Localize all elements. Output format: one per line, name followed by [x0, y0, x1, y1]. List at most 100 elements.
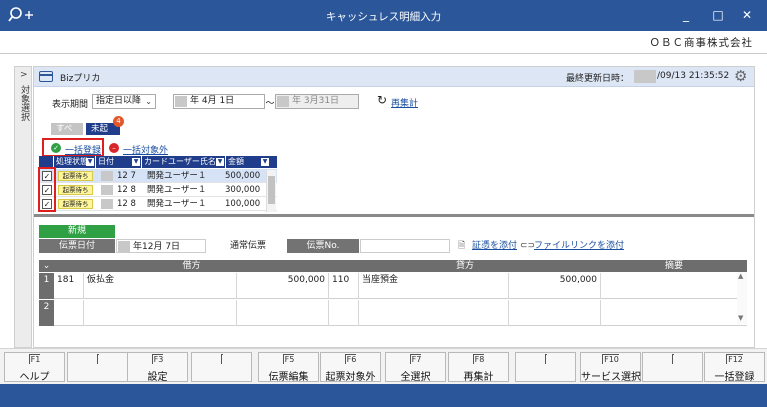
voucher-no-field[interactable]	[360, 239, 450, 253]
debit-amount[interactable]	[237, 300, 329, 326]
range-tilde: ～	[265, 99, 275, 109]
chevron-down-icon: ▼	[216, 158, 224, 166]
row-date: 12 7	[117, 171, 136, 181]
key-label: F8	[449, 354, 508, 364]
service-header: Bizプリカ 最終更新日時： /09/13 21:35:52 ⚙	[34, 67, 754, 87]
chevron-right-icon[interactable]: >	[20, 70, 28, 80]
masked-year	[634, 70, 656, 83]
header-amount-label: 金額	[228, 157, 244, 166]
close-button[interactable]: ✕	[739, 7, 755, 23]
date-to-field: 年 3月31日	[275, 94, 359, 109]
period-select[interactable]: 指定日以降 ⌄	[92, 94, 156, 109]
entry-row[interactable]: 1 181 仮払金 500,000 110 当座預金 500,000	[39, 273, 747, 299]
credit-account[interactable]	[359, 300, 509, 326]
row-date: 12 8	[117, 185, 136, 195]
collapse-icon[interactable]: ⌄	[39, 260, 54, 272]
date-to-value: 年 3月31日	[292, 96, 340, 106]
splitter[interactable]	[34, 214, 754, 217]
credit-amount[interactable]	[509, 300, 601, 326]
status-badge: 起票待ち	[58, 199, 93, 209]
header-amount[interactable]: 金額 ▼	[226, 156, 270, 168]
masked-year	[101, 199, 113, 209]
attach-evidence-link[interactable]: 証憑を添付	[472, 239, 517, 253]
key-text: F6	[344, 354, 357, 364]
debit-code[interactable]	[54, 300, 84, 326]
gear-icon[interactable]: ⚙	[734, 68, 747, 84]
debit-code[interactable]: 181	[54, 273, 84, 299]
credit-account[interactable]: 当座預金	[359, 273, 509, 299]
f11-empty-button[interactable]	[642, 352, 703, 382]
chevron-down-icon: ▼	[132, 158, 140, 166]
masked-year	[175, 96, 187, 107]
button-label: 一括登録	[714, 372, 755, 383]
new-badge: 新規	[39, 225, 115, 238]
debit-account[interactable]	[84, 300, 237, 326]
key-text: F3	[151, 354, 164, 364]
period-label: 表示期間	[52, 100, 89, 110]
memo[interactable]	[601, 300, 739, 326]
f9-empty-button[interactable]	[515, 352, 576, 382]
tab-all[interactable]: すべて	[51, 123, 83, 146]
main-panel: Bizプリカ 最終更新日時： /09/13 21:35:52 ⚙ 表示期間 指定…	[33, 66, 755, 348]
date-from-field[interactable]: 年 4月 1日	[173, 94, 265, 109]
recalc-label[interactable]: 再集計	[391, 96, 418, 109]
button-label: 全選択	[400, 372, 431, 383]
f3-settings-button[interactable]: F3 設定	[127, 352, 188, 383]
header-user-label: カードユーザー氏名	[144, 157, 216, 166]
scroll-down-icon[interactable]: ▼	[738, 314, 743, 322]
f10-service-select-button[interactable]: F10 サービス選択	[580, 352, 641, 383]
target-select-panel[interactable]: > 対象選択	[14, 66, 32, 348]
f4-empty-button[interactable]	[191, 352, 252, 382]
voucher-date-field[interactable]: 年12月 7日	[116, 239, 206, 253]
f8-recalc-button[interactable]: F8 再集計	[448, 352, 509, 383]
entry-row[interactable]: 2	[39, 300, 747, 326]
recalc-link[interactable]: ↻ 再集計	[377, 94, 418, 110]
debit-amount[interactable]: 500,000	[237, 273, 329, 299]
credit-code[interactable]: 110	[329, 273, 359, 299]
row-user: 開発ユーザー１	[147, 199, 207, 209]
count-badge: 4	[113, 116, 124, 127]
status-bar	[0, 384, 767, 407]
entries-scrollbar[interactable]: ▲ ▼	[737, 272, 747, 324]
list-row[interactable]: ✓ 起票待ち 12 7 開発ユーザー１ 500,000	[39, 169, 277, 183]
key-text	[544, 354, 547, 364]
key-label	[192, 354, 251, 364]
button-label: 起票対象外	[325, 372, 376, 383]
list-scrollbar[interactable]	[266, 170, 276, 212]
maximize-button[interactable]: □	[710, 7, 726, 23]
header-status[interactable]: 処理状態 ▼	[54, 156, 96, 168]
key-text: F10	[602, 354, 619, 364]
scroll-up-icon[interactable]: ▲	[738, 272, 743, 280]
button-label: サービス選択	[581, 372, 641, 383]
credit-code[interactable]	[329, 300, 359, 326]
voucher-date-value: 年12月 7日	[133, 242, 181, 252]
exclude-all-label[interactable]: 一括対象外	[123, 143, 168, 156]
f12-register-all-button[interactable]: F12 一括登録	[704, 352, 765, 383]
credit-amount[interactable]: 500,000	[509, 273, 601, 299]
debit-account[interactable]: 仮払金	[84, 273, 237, 299]
key-text	[671, 354, 674, 364]
list-row[interactable]: ✓ 起票待ち 12 8 開発ユーザー１ 300,000	[39, 183, 277, 197]
f7-select-all-button[interactable]: F7 全選択	[385, 352, 446, 383]
minimize-button[interactable]: _	[678, 7, 694, 23]
key-label: F7	[386, 354, 445, 364]
header-user[interactable]: カードユーザー氏名 ▼	[142, 156, 226, 168]
masked-year	[277, 96, 289, 107]
f5-edit-voucher-button[interactable]: F5 伝票編集	[258, 352, 319, 383]
f6-exclude-button[interactable]: F6 起票対象外	[320, 352, 381, 383]
masked-year	[101, 185, 113, 195]
scroll-thumb[interactable]	[268, 176, 275, 204]
f2-empty-button[interactable]	[67, 352, 128, 382]
memo[interactable]	[601, 273, 739, 299]
row-amount: 500,000	[225, 171, 261, 181]
button-label: 伝票編集	[268, 372, 309, 383]
header-date[interactable]: 日付 ▼	[96, 156, 142, 168]
key-text: F1	[28, 354, 41, 364]
attach-filelink-link[interactable]: ファイルリンクを添付	[534, 239, 624, 253]
list-row[interactable]: ✓ 起票待ち 12 8 開発ユーザー１ 100,000	[39, 197, 277, 211]
row-amount: 100,000	[225, 199, 261, 209]
key-label: F6	[321, 354, 380, 364]
f1-help-button[interactable]: F1 ヘルプ	[4, 352, 65, 383]
card-icon	[39, 71, 53, 82]
document-icon: 🗎	[458, 241, 466, 251]
